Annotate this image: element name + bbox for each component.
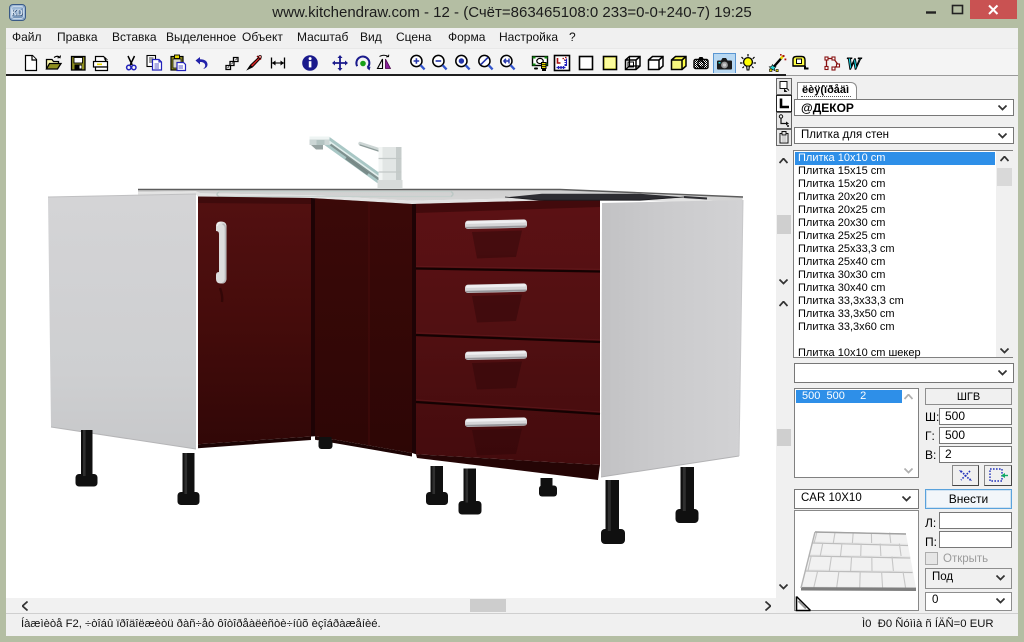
svg-text:KD: KD [11,9,23,18]
svg-text:W: W [846,54,862,73]
